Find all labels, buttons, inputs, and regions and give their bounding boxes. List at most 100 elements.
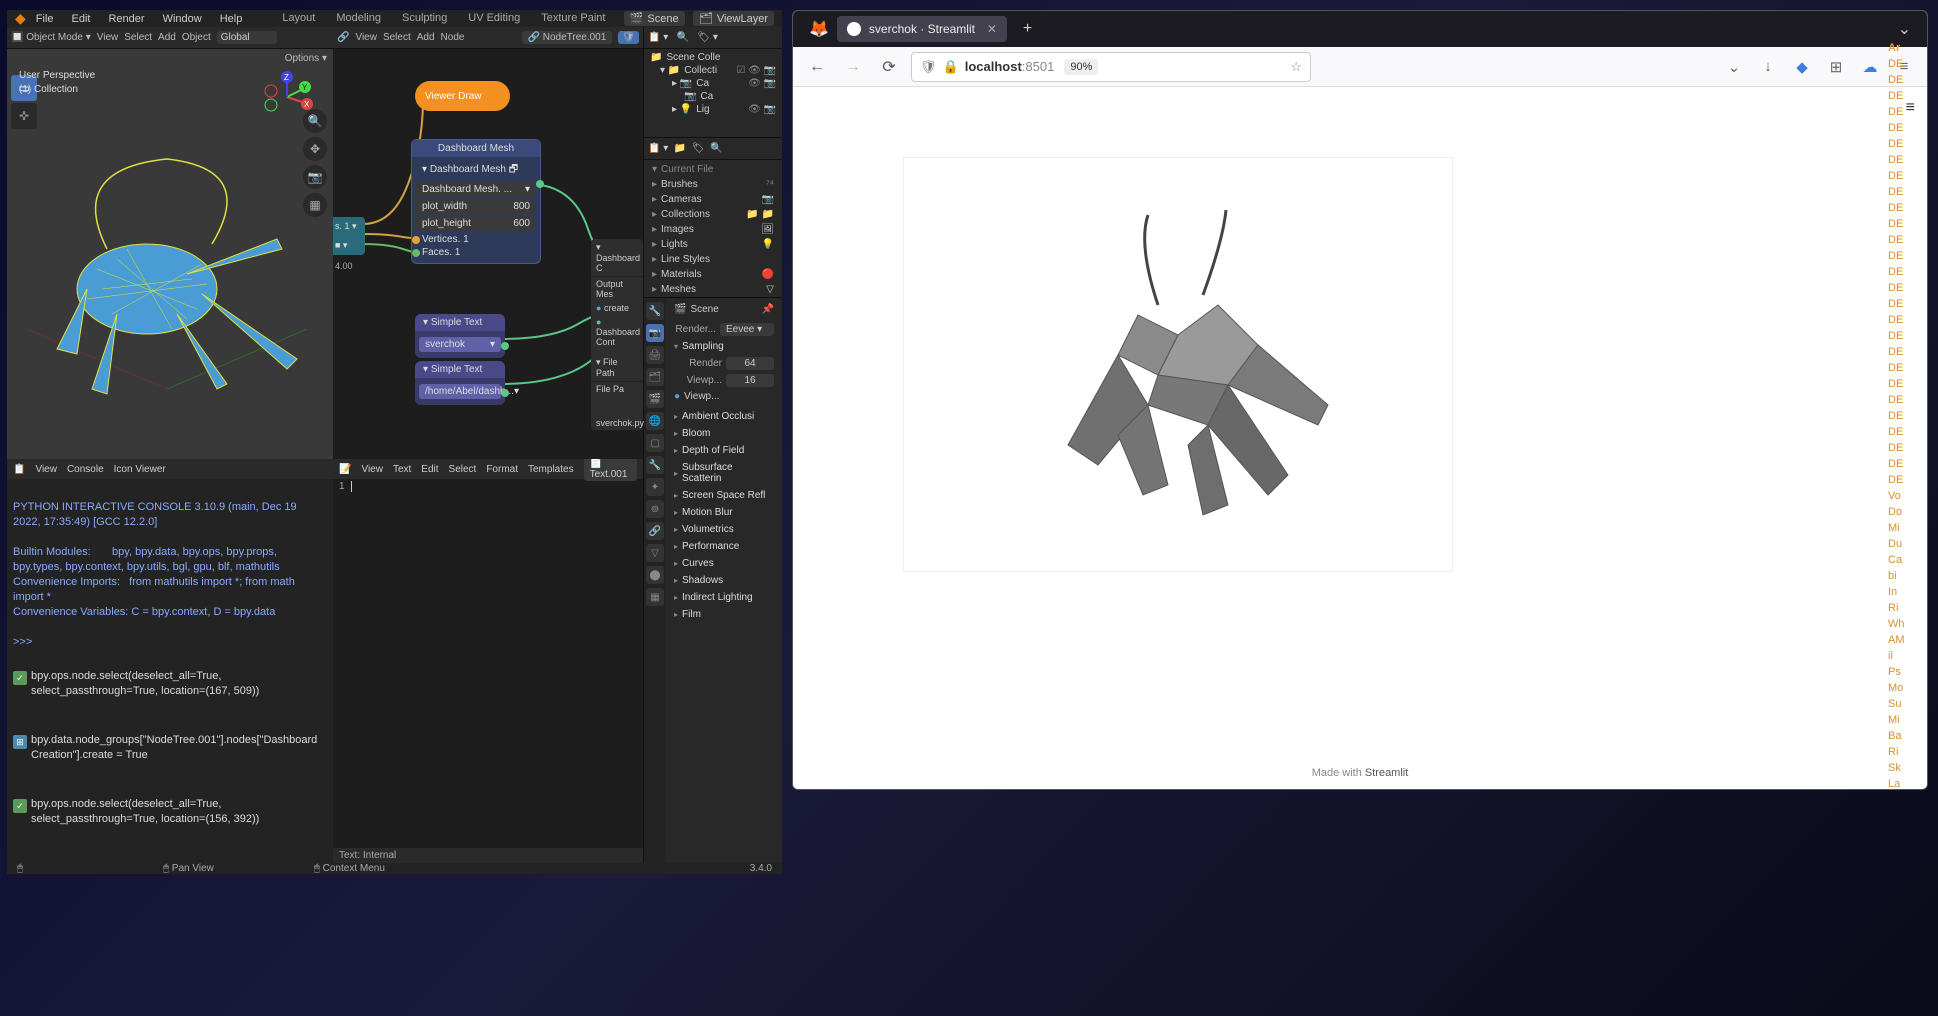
asset-materials[interactable]: ▸ Materials🔴	[646, 267, 780, 282]
section-indirect-lighting[interactable]: Indirect Lighting	[670, 589, 778, 606]
asset-cameras[interactable]: ▸ Cameras📷	[646, 192, 780, 207]
plotly-3d-viewer[interactable]	[903, 157, 1453, 572]
console-menu-iconviewer[interactable]: Icon Viewer	[114, 464, 166, 475]
scene-selector[interactable]: 🎬 Scene	[624, 11, 685, 26]
section-subsurface-scatterin[interactable]: Subsurface Scatterin	[670, 459, 778, 487]
section-depth-of-field[interactable]: Depth of Field	[670, 442, 778, 459]
section-volumetrics[interactable]: Volumetrics	[670, 521, 778, 538]
asset-images[interactable]: ▸ Images🖼	[646, 222, 780, 237]
cursor-tool[interactable]: ✜	[11, 103, 37, 129]
te-menu-edit[interactable]: Edit	[421, 464, 438, 475]
vp-menu-view[interactable]: View	[97, 32, 119, 43]
render-engine-dropdown[interactable]: Eevee ▾	[720, 323, 774, 336]
prop-tab-viewlayer[interactable]: 🗂	[646, 368, 664, 386]
vp-menu-object[interactable]: Object	[182, 32, 211, 43]
ws-tab-layout[interactable]: Layout	[272, 10, 325, 27]
forward-button[interactable]: →	[839, 53, 867, 81]
ws-tab-sculpting[interactable]: Sculpting	[392, 10, 457, 27]
prop-tab-data[interactable]: ▽	[646, 544, 664, 562]
reload-button[interactable]: ⟳	[875, 53, 903, 81]
viewport3d[interactable]: ▭ ✜ User Perspective (1) Collection Opti…	[7, 49, 333, 459]
section-shadows[interactable]: Shadows	[670, 572, 778, 589]
node-editor[interactable]: s. 1 ▾ ■ ▾ 4.00 Viewer Draw Dashboard Me…	[333, 49, 643, 459]
text-editor-body[interactable]: 1	[333, 479, 643, 848]
mode-dropdown[interactable]: 🔲 Object Mode ▾	[11, 32, 91, 43]
back-button[interactable]: ←	[803, 53, 831, 81]
node-simple-text-1[interactable]: ▾ Simple Text sverchok▾	[415, 314, 505, 358]
node-file-path[interactable]: ▾ File Path File Pa sverchok.py	[591, 354, 643, 430]
vp-menu-select[interactable]: Select	[124, 32, 152, 43]
ws-tab-uvediting[interactable]: UV Editing	[458, 10, 530, 27]
prop-tab-tool[interactable]: 🔧	[646, 302, 664, 320]
nodetree-selector[interactable]: 🔗 NodeTree.001	[522, 31, 613, 44]
plot-height-field[interactable]: plot_height600	[416, 216, 536, 231]
viewport-samples[interactable]: 16	[726, 374, 774, 387]
url-bar[interactable]: 🛡 🔒 localhost:8501 90% ☆	[911, 52, 1311, 82]
download-icon[interactable]: ↓	[1755, 54, 1781, 80]
asset-meshes[interactable]: ▸ Meshes▽	[646, 282, 780, 297]
section-performance[interactable]: Performance	[670, 538, 778, 555]
bookmark-star-icon[interactable]: ☆	[1290, 59, 1302, 75]
outliner-light[interactable]: ▸ 💡 Lig👁 📷	[650, 103, 776, 116]
browser-tab[interactable]: sverchok · Streamlit ✕	[837, 16, 1007, 42]
extension-icon-3[interactable]: ☁	[1857, 54, 1883, 80]
menu-render[interactable]: Render	[100, 11, 152, 27]
ne-menu-view[interactable]: View	[355, 32, 377, 43]
ne-menu-node[interactable]: Node	[441, 32, 465, 43]
console-body[interactable]: PYTHON INTERACTIVE CONSOLE 3.10.9 (main,…	[7, 479, 333, 863]
asset-collections[interactable]: ▸ Collections📁 📁	[646, 207, 780, 222]
streamlit-link[interactable]: Streamlit	[1365, 767, 1408, 779]
tab-close-icon[interactable]: ✕	[987, 22, 997, 36]
zoom-icon[interactable]: 🔍	[303, 109, 327, 133]
menu-window[interactable]: Window	[155, 11, 210, 27]
section-motion-blur[interactable]: Motion Blur	[670, 504, 778, 521]
section-sampling[interactable]: Sampling	[670, 338, 778, 355]
menu-file[interactable]: File	[28, 11, 62, 27]
plot-width-field[interactable]: plot_width800	[416, 199, 536, 214]
mesh-name-field[interactable]: Dashboard Mesh. ...▾	[416, 182, 536, 197]
ws-tab-modeling[interactable]: Modeling	[326, 10, 391, 27]
viewlayer-selector[interactable]: 🗂 ViewLayer	[693, 11, 774, 26]
node-simple-text-2[interactable]: ▾ Simple Text /home/Abel/dashb...▾	[415, 361, 505, 405]
orientation-dropdown[interactable]	[217, 31, 277, 44]
asset-linestyles[interactable]: ▸ Line Styles	[646, 252, 780, 267]
node-viewer-draw[interactable]: Viewer Draw	[415, 81, 510, 111]
menu-edit[interactable]: Edit	[64, 11, 99, 27]
prop-tab-material[interactable]: ⬤	[646, 566, 664, 584]
te-menu-text[interactable]: Text	[393, 464, 411, 475]
asset-lights[interactable]: ▸ Lights💡	[646, 237, 780, 252]
prop-tab-scene[interactable]: 🎬	[646, 390, 664, 408]
menu-help[interactable]: Help	[212, 11, 251, 27]
new-tab-button[interactable]: +	[1015, 16, 1040, 42]
ne-menu-select[interactable]: Select	[383, 32, 411, 43]
prop-tab-texture[interactable]: ▦	[646, 588, 664, 606]
prop-tab-object[interactable]: ▢	[646, 434, 664, 452]
section-screen-space-refl[interactable]: Screen Space Refl	[670, 487, 778, 504]
te-menu-view[interactable]: View	[361, 464, 383, 475]
outliner-camera[interactable]: ▸ 📷 Ca👁 📷	[650, 77, 776, 90]
extension-icon-1[interactable]: ◆	[1789, 54, 1815, 80]
asset-brushes[interactable]: ▸ Brushes ⁷⁴	[646, 177, 780, 192]
vp-menu-add[interactable]: Add	[158, 32, 176, 43]
pocket-icon[interactable]: ⌄	[1721, 54, 1747, 80]
prop-tab-world[interactable]: 🌐	[646, 412, 664, 430]
viewport-options[interactable]: Options ▾	[285, 53, 327, 64]
streamlit-menu-icon[interactable]: ≡	[1906, 99, 1915, 117]
prop-tab-particle[interactable]: ✦	[646, 478, 664, 496]
section-curves[interactable]: Curves	[670, 555, 778, 572]
section-bloom[interactable]: Bloom	[670, 425, 778, 442]
console-menu-view[interactable]: View	[35, 464, 57, 475]
app-menu-icon[interactable]: ≡	[1891, 54, 1917, 80]
window-chevron-icon[interactable]: ⌄	[1898, 19, 1911, 39]
te-menu-templates[interactable]: Templates	[528, 464, 574, 475]
outliner-collection[interactable]: ▾ 📁 Collecti☑ 👁 📷	[650, 64, 776, 77]
prop-tab-modifier[interactable]: 🔧	[646, 456, 664, 474]
shield-icon[interactable]: 🛡	[618, 31, 639, 44]
zoom-indicator[interactable]: 90%	[1064, 59, 1098, 75]
te-menu-select[interactable]: Select	[449, 464, 477, 475]
node-left-cropped[interactable]: s. 1 ▾ ■ ▾ 4.00	[333, 217, 365, 255]
prop-tab-physics[interactable]: ⊚	[646, 500, 664, 518]
extension-icon-2[interactable]: ⊞	[1823, 54, 1849, 80]
section-ambient-occlusi[interactable]: Ambient Occlusi	[670, 408, 778, 425]
section-film[interactable]: Film	[670, 606, 778, 623]
